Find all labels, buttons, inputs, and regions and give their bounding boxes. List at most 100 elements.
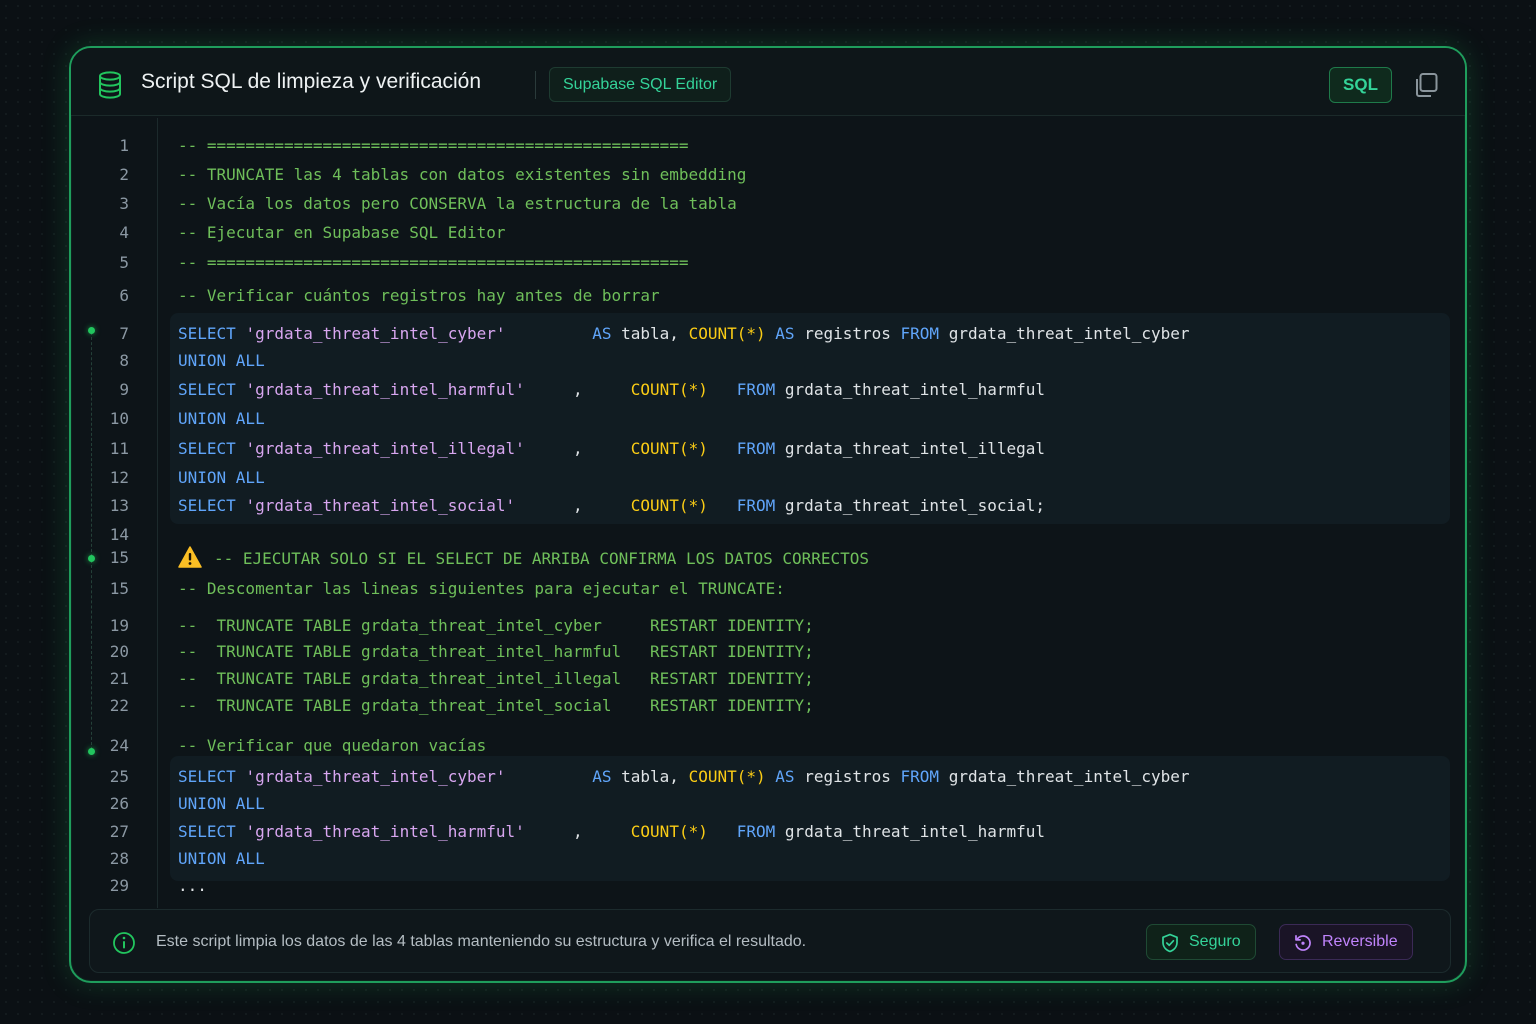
sql-function: COUNT(*) bbox=[630, 439, 708, 458]
sql-keyword: SELECT bbox=[178, 380, 236, 399]
sql-keyword: FROM bbox=[736, 822, 776, 841]
code-text: -- TRUNCATE TABLE grdata_threat_intel_il… bbox=[178, 669, 814, 688]
code-text: SELECT 'grdata_threat_intel_cyber' AS ta… bbox=[178, 322, 1190, 346]
sql-script-card: Script SQL de limpieza y verificación Su… bbox=[69, 46, 1467, 983]
code-line: 19 -- TRUNCATE TABLE grdata_threat_intel… bbox=[71, 614, 1465, 638]
sql-identifier: grdata_threat_intel_harmful bbox=[784, 822, 1046, 841]
safe-tag-label: Seguro bbox=[1189, 933, 1241, 950]
line-number: 4 bbox=[119, 223, 129, 242]
database-icon bbox=[99, 71, 121, 99]
sql-keyword: AS bbox=[775, 324, 795, 343]
editor-chip: Supabase SQL Editor bbox=[549, 67, 732, 102]
reversible-tag: Reversible bbox=[1279, 924, 1413, 960]
sql-string: 'grdata_threat_intel_illegal' bbox=[245, 439, 525, 458]
reversible-tag-label: Reversible bbox=[1322, 933, 1398, 950]
sql-identifier: grdata_threat_intel_illegal bbox=[784, 439, 1046, 458]
sql-identifier: grdata_threat_intel_cyber bbox=[948, 324, 1190, 343]
sql-punctuation: , bbox=[572, 380, 583, 399]
sql-keyword: AS bbox=[592, 767, 612, 786]
code-line: 1 -- ===================================… bbox=[71, 134, 1465, 158]
sql-identifier: registros bbox=[804, 324, 891, 343]
code-text: SELECT 'grdata_threat_intel_illegal' , C… bbox=[178, 437, 1045, 461]
line-number: 26 bbox=[109, 794, 129, 813]
line-number: 9 bbox=[119, 380, 129, 399]
code-line: 20 -- TRUNCATE TABLE grdata_threat_intel… bbox=[71, 640, 1465, 664]
card-header: Script SQL de limpieza y verificación Su… bbox=[71, 48, 1465, 116]
line-number: 3 bbox=[119, 194, 129, 213]
code-line: 3 -- Vacía los datos pero CONSERVA la es… bbox=[71, 192, 1465, 216]
code-line: 15 -- Descomentar las lineas siguientes … bbox=[71, 577, 1465, 601]
code-text: SELECT 'grdata_threat_intel_harmful' , C… bbox=[178, 820, 1045, 844]
code-line: 25 SELECT 'grdata_threat_intel_cyber' AS… bbox=[71, 765, 1465, 789]
sql-identifier: tabla, bbox=[621, 767, 679, 786]
sql-function: COUNT(*) bbox=[630, 496, 708, 515]
code-text: -- TRUNCATE las 4 tablas con datos exist… bbox=[178, 165, 747, 184]
sql-identifier: grdata_threat_intel_harmful bbox=[784, 380, 1046, 399]
sql-string: 'grdata_threat_intel_cyber' bbox=[245, 324, 506, 343]
sql-keyword: AS bbox=[775, 767, 795, 786]
rotate-ccw-icon bbox=[1295, 934, 1311, 951]
line-number: 13 bbox=[109, 496, 129, 515]
code-text: SELECT 'grdata_threat_intel_harmful' , C… bbox=[178, 378, 1045, 402]
code-line: 15 -- EJECUTAR SOLO SI EL SELECT DE ARRI… bbox=[71, 546, 1465, 571]
line-number: 24 bbox=[109, 736, 129, 755]
code-text: UNION ALL bbox=[178, 351, 265, 370]
title-divider bbox=[535, 71, 536, 99]
line-number: 1 bbox=[119, 136, 129, 155]
line-number: 10 bbox=[109, 409, 129, 428]
code-text: -- Ejecutar en Supabase SQL Editor bbox=[178, 223, 506, 242]
shield-check-icon bbox=[1162, 933, 1178, 953]
code-text: UNION ALL bbox=[178, 849, 265, 868]
sql-keyword: SELECT bbox=[178, 767, 236, 786]
sql-function: COUNT(*) bbox=[688, 324, 766, 343]
code-text: SELECT 'grdata_threat_intel_social' , CO… bbox=[178, 494, 1045, 518]
line-number: 28 bbox=[109, 849, 129, 868]
code-line: 2 -- TRUNCATE las 4 tablas con datos exi… bbox=[71, 163, 1465, 187]
code-text: -- =====================================… bbox=[178, 136, 689, 155]
copy-icon[interactable] bbox=[1412, 71, 1440, 99]
sql-string: 'grdata_threat_intel_cyber' bbox=[245, 767, 506, 786]
sql-function: COUNT(*) bbox=[630, 380, 708, 399]
sql-keyword: SELECT bbox=[178, 439, 236, 458]
sql-punctuation: , bbox=[572, 496, 583, 515]
sql-string: 'grdata_threat_intel_social' bbox=[245, 496, 516, 515]
code-text: -- Verificar cuántos registros hay antes… bbox=[178, 286, 660, 305]
footer-description: Este script limpia los datos de las 4 ta… bbox=[156, 933, 807, 950]
code-line: 24 -- Verificar que quedaron vacías bbox=[71, 734, 1465, 758]
line-number: 6 bbox=[119, 286, 129, 305]
sql-function: COUNT(*) bbox=[688, 767, 766, 786]
code-line: 6 -- Verificar cuántos registros hay ant… bbox=[71, 284, 1465, 308]
code-ellipsis: ... bbox=[178, 876, 207, 895]
sql-keyword: FROM bbox=[900, 324, 940, 343]
warning-comment: -- EJECUTAR SOLO SI EL SELECT DE ARRIBA … bbox=[214, 549, 870, 568]
info-footer: Este script limpia los datos de las 4 ta… bbox=[89, 909, 1451, 973]
code-line: 13 SELECT 'grdata_threat_intel_social' ,… bbox=[71, 494, 1465, 518]
code-text: UNION ALL bbox=[178, 468, 265, 487]
sql-function: COUNT(*) bbox=[630, 822, 708, 841]
safe-tag: Seguro bbox=[1146, 924, 1256, 960]
code-text: -- Vacía los datos pero CONSERVA la estr… bbox=[178, 194, 737, 213]
line-number: 11 bbox=[109, 439, 129, 458]
sql-keyword: FROM bbox=[736, 496, 776, 515]
code-line: 28 UNION ALL bbox=[71, 847, 1465, 871]
code-text: SELECT 'grdata_threat_intel_cyber' AS ta… bbox=[178, 765, 1190, 789]
code-text: -- TRUNCATE TABLE grdata_threat_intel_so… bbox=[178, 696, 814, 715]
code-line: 7 SELECT 'grdata_threat_intel_cyber' AS … bbox=[71, 322, 1465, 346]
code-line: 27 SELECT 'grdata_threat_intel_harmful' … bbox=[71, 820, 1465, 844]
code-text: -- TRUNCATE TABLE grdata_threat_intel_ha… bbox=[178, 642, 814, 661]
line-number: 2 bbox=[119, 165, 129, 184]
sql-identifier: tabla, bbox=[621, 324, 679, 343]
line-number: 7 bbox=[119, 324, 129, 343]
code-line: 5 -- ===================================… bbox=[71, 251, 1465, 275]
code-line: 10 UNION ALL bbox=[71, 407, 1465, 431]
line-number: 25 bbox=[109, 767, 129, 786]
code-text: UNION ALL bbox=[178, 409, 265, 428]
line-number: 20 bbox=[109, 642, 129, 661]
sql-identifier: grdata_threat_intel_cyber bbox=[948, 767, 1190, 786]
code-line: 14 bbox=[71, 523, 1465, 547]
sql-identifier: registros bbox=[804, 767, 891, 786]
info-icon bbox=[113, 932, 135, 954]
code-text: -- EJECUTAR SOLO SI EL SELECT DE ARRIBA … bbox=[178, 546, 869, 571]
line-number: 27 bbox=[109, 822, 129, 841]
script-title: Script SQL de limpieza y verificación bbox=[141, 70, 482, 93]
